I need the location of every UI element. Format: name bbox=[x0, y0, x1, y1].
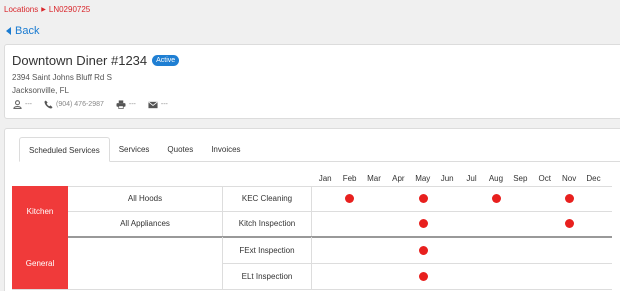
phone-icon bbox=[44, 100, 53, 109]
scheduled-dot[interactable] bbox=[345, 194, 355, 203]
tab-quotes[interactable]: Quotes bbox=[158, 137, 202, 162]
phone-number: (904) 476-2987 bbox=[56, 101, 104, 108]
back-label: Back bbox=[15, 25, 40, 37]
tab-services[interactable]: Services bbox=[110, 137, 159, 162]
back-arrow-icon bbox=[6, 27, 11, 35]
back-link[interactable]: Back bbox=[6, 25, 39, 37]
fax-number: --- bbox=[128, 101, 136, 108]
contact-person: --- bbox=[25, 101, 32, 108]
grid-line bbox=[12, 289, 612, 290]
location-info-card: Downtown Diner #1234 Active 2394 Saint J… bbox=[4, 44, 620, 119]
schedule-grid: Kitchen General All Hoods All Appliances… bbox=[12, 186, 612, 290]
email-icon bbox=[148, 101, 158, 109]
title-row: Downtown Diner #1234 Active bbox=[12, 53, 180, 68]
breadcrumb-current[interactable]: LN0290725 bbox=[49, 5, 90, 14]
area-all-appliances: All Appliances bbox=[120, 219, 170, 228]
address-line2: Jacksonville, FL bbox=[12, 86, 69, 95]
month-jan: Jan bbox=[318, 174, 332, 183]
month-header: Jan Feb Mar Apr May Jun Jul Aug Sep Oct … bbox=[313, 174, 606, 183]
group-kitchen: Kitchen bbox=[12, 186, 68, 237]
email-address: --- bbox=[160, 101, 168, 108]
service-kitch-inspection[interactable]: Kitch Inspection bbox=[222, 211, 312, 236]
tab-scheduled-services[interactable]: Scheduled Services bbox=[19, 137, 110, 162]
caret-right-icon: ▶ bbox=[41, 7, 46, 13]
month-oct: Oct bbox=[538, 174, 551, 183]
month-jul: Jul bbox=[466, 174, 477, 183]
group-general: General bbox=[12, 237, 68, 289]
scheduled-dot[interactable] bbox=[565, 219, 574, 228]
service-kec-cleaning[interactable]: KEC Cleaning bbox=[222, 186, 312, 211]
tab-bar: Scheduled Services Services Quotes Invoi… bbox=[19, 137, 250, 162]
breadcrumb: Locations ▶ LN0290725 bbox=[4, 5, 90, 14]
month-apr: Apr bbox=[392, 174, 405, 183]
scheduled-dot[interactable] bbox=[418, 194, 428, 203]
scheduled-dot[interactable] bbox=[491, 194, 501, 203]
address-line1: 2394 Saint Johns Bluff Rd S bbox=[12, 73, 112, 82]
month-may: May bbox=[415, 174, 431, 183]
breadcrumb-root[interactable]: Locations bbox=[4, 5, 38, 14]
service-fext-inspection[interactable]: FExt Inspection bbox=[222, 237, 312, 263]
service-elt-inspection[interactable]: ELt Inspection bbox=[222, 263, 312, 289]
contact-row: --- (904) 476-2987 --- --- bbox=[13, 100, 168, 109]
month-jun: Jun bbox=[440, 174, 454, 183]
fax-icon bbox=[116, 100, 126, 109]
grid-line bbox=[68, 236, 612, 238]
month-nov: Nov bbox=[561, 174, 577, 183]
month-aug: Aug bbox=[488, 174, 504, 183]
month-dec: Dec bbox=[586, 174, 601, 183]
tab-invoices[interactable]: Invoices bbox=[202, 137, 249, 162]
month-mar: Mar bbox=[367, 174, 381, 183]
area-all-hoods: All Hoods bbox=[127, 194, 163, 203]
month-feb: Feb bbox=[342, 174, 357, 183]
month-sep: Sep bbox=[513, 174, 528, 183]
person-icon bbox=[13, 100, 22, 109]
scheduled-dot[interactable] bbox=[418, 271, 428, 281]
scheduled-dot[interactable] bbox=[565, 194, 574, 203]
status-badge: Active bbox=[152, 55, 180, 66]
location-name: Downtown Diner #1234 bbox=[12, 53, 148, 68]
scheduled-dot[interactable] bbox=[418, 245, 428, 255]
scheduled-dot[interactable] bbox=[418, 219, 428, 228]
services-card: Scheduled Services Services Quotes Invoi… bbox=[4, 128, 620, 291]
